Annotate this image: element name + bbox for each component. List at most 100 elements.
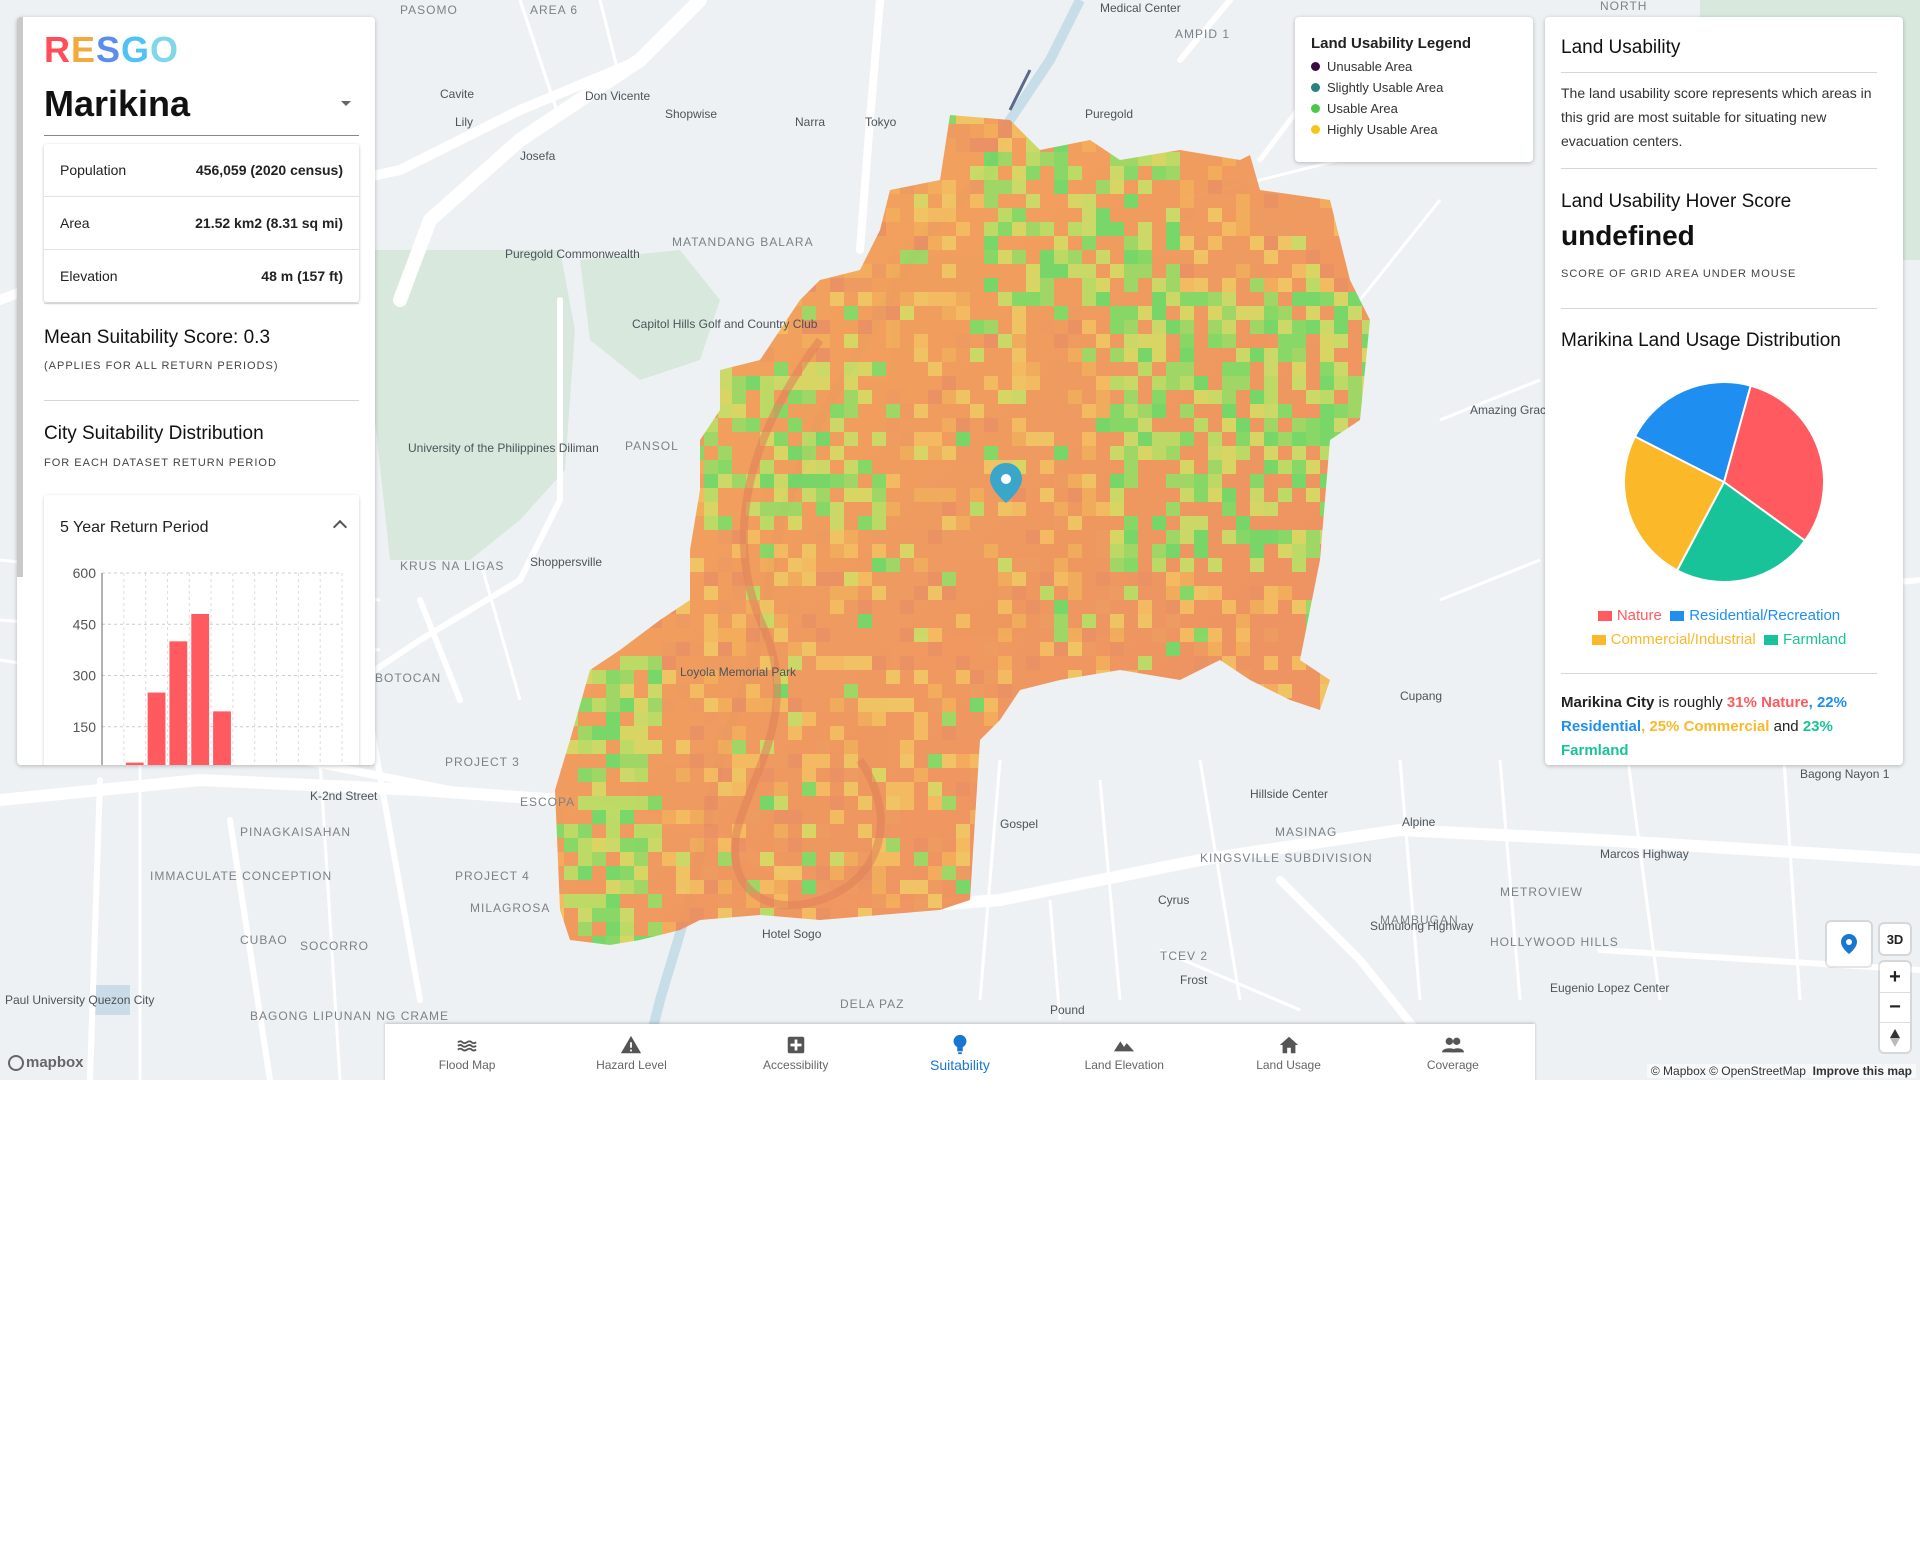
zoom-out-icon[interactable]: − <box>1880 993 1910 1023</box>
y-tick-label: 600 <box>73 565 97 581</box>
improve-map-link[interactable]: Improve this map <box>1813 1064 1912 1078</box>
people-icon <box>1441 1037 1464 1052</box>
histogram-bar[interactable] <box>191 614 210 765</box>
map-label: Bagong Nayon 1 <box>1800 767 1890 781</box>
mean-score-subtitle: (APPLIES FOR ALL RETURN PERIODS) <box>44 360 279 372</box>
map-label: Josefa <box>520 149 556 163</box>
nav-accessibility[interactable]: Accessibility <box>714 1024 878 1080</box>
histogram-bar[interactable] <box>169 641 188 765</box>
map-label: Eugenio Lopez Center <box>1550 981 1669 995</box>
waves-icon <box>457 1039 477 1051</box>
map-label: HOLLYWOOD HILLS <box>1490 935 1619 949</box>
map-label: Paul University Quezon City <box>5 993 154 1007</box>
map-label: MASINAG <box>1275 825 1337 839</box>
divider <box>1561 673 1877 674</box>
stat-row-elevation: Elevation 48 m (157 ft) <box>44 250 359 302</box>
usability-title: Land Usability <box>1561 37 1681 58</box>
map-label: Tokyo <box>865 115 897 129</box>
map-label: PROJECT 3 <box>445 755 520 769</box>
legend-label: Unusable Area <box>1327 59 1413 74</box>
map-label: Frost <box>1180 973 1208 987</box>
map-label: Cyrus <box>1158 893 1189 907</box>
pie-legend-nature[interactable]: Nature <box>1597 607 1662 624</box>
resgo-logo: RESGO <box>44 29 179 71</box>
nav-hazard-level[interactable]: Hazard Level <box>549 1024 713 1080</box>
divider <box>44 303 359 304</box>
histogram-bar[interactable] <box>213 711 231 765</box>
map-attribution: © Mapbox © OpenStreetMap Improve this ma… <box>1646 1064 1916 1078</box>
legend-dot-icon <box>1311 62 1320 71</box>
legend-dot-icon <box>1311 104 1320 113</box>
map-label: Amazing Grace <box>1470 403 1553 417</box>
mapbox-logo[interactable]: mapbox <box>8 1054 84 1072</box>
dropdown-caret-icon[interactable] <box>341 101 351 106</box>
legend-label: Highly Usable Area <box>1327 122 1438 137</box>
histogram-bar[interactable] <box>125 762 144 765</box>
divider <box>44 400 359 401</box>
logo-letter: O <box>150 29 180 70</box>
usability-description: The land usability score represents whic… <box>1561 85 1872 149</box>
usage-distribution-title: Marikina Land Usage Distribution <box>1561 330 1841 351</box>
city-select[interactable]: Marikina <box>44 71 359 136</box>
attribution-text[interactable]: © Mapbox © OpenStreetMap <box>1651 1064 1806 1078</box>
legend-item-unusable: Unusable Area <box>1311 59 1412 74</box>
panel-scrollbar[interactable] <box>17 17 23 577</box>
terrain-icon <box>1114 1040 1135 1051</box>
return-period-accordion[interactable]: 5 Year Return Period 6004503001500 <box>44 495 359 765</box>
3d-toggle-button[interactable]: 3D <box>1880 924 1910 954</box>
y-tick-label: 150 <box>73 719 97 735</box>
land-usage-pie-chart[interactable] <box>1614 372 1834 592</box>
nav-land-elevation[interactable]: Land Elevation <box>1042 1024 1206 1080</box>
legend-item-highly-usable: Highly Usable Area <box>1311 122 1438 137</box>
nav-land-usage[interactable]: Land Usage <box>1206 1024 1370 1080</box>
map-label: AMPID 1 <box>1175 27 1230 41</box>
hover-score-value: undefined <box>1561 220 1695 251</box>
map-label: METROVIEW <box>1500 885 1583 899</box>
map-label: ESCOPA <box>520 795 575 809</box>
map-label: PANSOL <box>625 439 679 453</box>
map-label: Cavite <box>440 87 474 101</box>
map-label: Don Vicente <box>585 89 650 103</box>
map-label: BAGONG LIPUNAN NG CRAME <box>250 1009 449 1023</box>
suitability-histogram: 6004503001500 <box>73 565 343 765</box>
warning-icon <box>621 1035 642 1053</box>
map-label: TCEV 2 <box>1160 949 1208 963</box>
legend-label: Usable Area <box>1327 101 1398 116</box>
zoom-in-icon[interactable]: + <box>1880 962 1910 993</box>
logo-letter: R <box>44 29 71 70</box>
pie-legend-commercial[interactable]: Commercial/Industrial <box>1591 631 1756 648</box>
map-label: Shopwise <box>665 107 717 121</box>
map-label: DELA PAZ <box>840 997 904 1011</box>
nav-suitability[interactable]: Suitability <box>878 1024 1042 1080</box>
map-label: Narra <box>795 115 825 129</box>
histogram-bar[interactable] <box>147 692 166 765</box>
map-label: University of the Philippines Diliman <box>408 441 599 455</box>
locate-button[interactable] <box>1827 922 1871 966</box>
stat-label: Area <box>60 215 90 231</box>
stat-value: 48 m (157 ft) <box>261 268 343 284</box>
legend-item-slightly-usable: Slightly Usable Area <box>1311 80 1443 95</box>
pie-legend-residential[interactable]: Residential/Recreation <box>1670 607 1840 624</box>
map-label: Lily <box>455 115 473 129</box>
map-label: AREA 6 <box>530 3 578 17</box>
chevron-up-icon[interactable] <box>332 519 348 535</box>
stat-row-population: Population 456,059 (2020 census) <box>44 144 359 197</box>
logo-letter: S <box>96 29 122 70</box>
compass-icon[interactable] <box>1880 1023 1910 1053</box>
nav-coverage[interactable]: Coverage <box>1371 1024 1535 1080</box>
map-label: Pound <box>1050 1003 1085 1017</box>
nav-label: Flood Map <box>438 1057 496 1072</box>
map-label: Puregold Commonwealth <box>505 247 640 261</box>
nav-label: Land Usage <box>1256 1057 1321 1072</box>
legend-dot-icon <box>1311 125 1320 134</box>
pie-legend: Nature Residential/Recreation Commercial… <box>1561 604 1877 652</box>
map-label: Hotel Sogo <box>762 927 822 941</box>
map-label: Marcos Highway <box>1600 847 1689 861</box>
city-stats-table: Population 456,059 (2020 census) Area 21… <box>44 144 359 302</box>
map-label: IMMACULATE CONCEPTION <box>150 869 332 883</box>
map-label: PINAGKAISAHAN <box>240 825 351 839</box>
nav-label: Accessibility <box>763 1057 829 1072</box>
pie-legend-farmland[interactable]: Farmland <box>1764 631 1846 648</box>
stat-row-area: Area 21.52 km2 (8.31 sq mi) <box>44 197 359 250</box>
nav-flood-map[interactable]: Flood Map <box>385 1024 549 1080</box>
